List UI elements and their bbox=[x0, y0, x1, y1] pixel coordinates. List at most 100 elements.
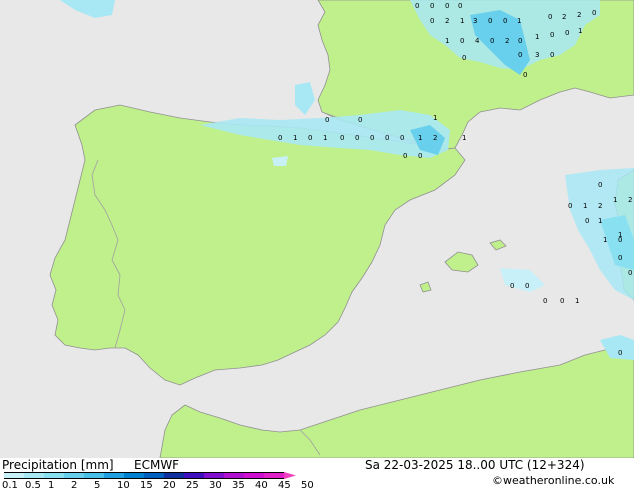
legend-swatch bbox=[164, 472, 184, 479]
precip-value-marker: 0 bbox=[403, 152, 407, 160]
model-name: ECMWF bbox=[134, 458, 180, 472]
precip-value-marker: 1 bbox=[462, 134, 466, 142]
precip-value-marker: 0 bbox=[488, 17, 492, 25]
legend-tick-label: 30 bbox=[209, 480, 222, 491]
precip-value-marker: 0 bbox=[543, 297, 547, 305]
precip-value-marker: 1 bbox=[578, 27, 582, 35]
precip-value-marker: 0 bbox=[618, 254, 622, 262]
precip-value-marker: 0 bbox=[490, 37, 494, 45]
precip-value-marker: 0 bbox=[592, 9, 596, 17]
precip-value-marker: 0 bbox=[618, 236, 622, 244]
legend-swatch bbox=[204, 472, 224, 479]
precip-value-marker: 0 bbox=[340, 134, 344, 142]
precip-value-marker: 0 bbox=[355, 134, 359, 142]
legend-tick-label: 10 bbox=[117, 480, 130, 491]
precip-value-marker: 0 bbox=[370, 134, 374, 142]
precip-value-marker: 0 bbox=[462, 54, 466, 62]
precip-value-marker: 0 bbox=[325, 116, 329, 124]
precip-value-marker: 1 bbox=[603, 236, 607, 244]
precip-value-marker: 3 bbox=[535, 51, 539, 59]
precip-value-marker: 1 bbox=[293, 134, 297, 142]
precip-value-marker: 0 bbox=[503, 17, 507, 25]
precip-value-marker: 3 bbox=[473, 17, 477, 25]
legend-tick-label: 5 bbox=[94, 480, 101, 491]
precip-value-marker: 1 bbox=[613, 196, 617, 204]
precip-value-marker: 0 bbox=[560, 297, 564, 305]
legend-tick-label: 2 bbox=[71, 480, 78, 491]
footer-bar: Precipitation [mm] ECMWF Sa 22-03-2025 1… bbox=[0, 458, 634, 491]
precip-value-marker: 0 bbox=[308, 134, 312, 142]
precip-value-marker: 1 bbox=[418, 134, 422, 142]
precip-value-marker: 0 bbox=[550, 31, 554, 39]
precip-value-marker: 4 bbox=[475, 37, 480, 45]
precip-value-marker: 0 bbox=[418, 152, 422, 160]
precip-value-marker: 0 bbox=[460, 37, 464, 45]
copyright: ©weatheronline.co.uk bbox=[492, 474, 615, 487]
legend-swatch bbox=[264, 472, 284, 479]
precip-value-marker: 0 bbox=[618, 349, 622, 357]
precip-value-marker: 1 bbox=[583, 202, 587, 210]
precip-value-marker: 0 bbox=[430, 2, 434, 10]
precip-value-marker: 2 bbox=[598, 202, 602, 210]
legend-tick-label: 0.1 bbox=[2, 480, 18, 491]
legend-swatch bbox=[44, 472, 64, 479]
precip-value-marker: 1 bbox=[323, 134, 327, 142]
precip-value-marker: 0 bbox=[550, 51, 554, 59]
precip-value-marker: 0 bbox=[565, 29, 569, 37]
precip-value-marker: 0 bbox=[548, 13, 552, 21]
precip-value-marker: 0 bbox=[510, 282, 514, 290]
legend-tick-label: 40 bbox=[255, 480, 268, 491]
precip-value-marker: 0 bbox=[445, 2, 449, 10]
precip-value-marker: 0 bbox=[278, 134, 282, 142]
precip-value-marker: 0 bbox=[415, 2, 419, 10]
legend-swatch bbox=[64, 472, 84, 479]
precip-value-marker: 1 bbox=[460, 17, 464, 25]
legend-title: Precipitation [mm] bbox=[2, 458, 114, 472]
precip-value-marker: 1 bbox=[517, 17, 521, 25]
legend-swatch bbox=[104, 472, 124, 479]
legend-tick-label: 25 bbox=[186, 480, 199, 491]
precip-value-marker: 2 bbox=[628, 196, 632, 204]
precip-value-marker: 1 bbox=[445, 37, 449, 45]
precip-value-marker: 0 bbox=[518, 37, 522, 45]
precip-value-marker: 1 bbox=[535, 33, 539, 41]
precip-value-marker: 0 bbox=[598, 181, 602, 189]
legend-swatch bbox=[144, 472, 164, 479]
precip-value-marker: 0 bbox=[458, 2, 462, 10]
precip-value-marker: 2 bbox=[562, 13, 566, 21]
precip-value-marker: 1 bbox=[598, 217, 602, 225]
precip-value-marker: 1 bbox=[575, 297, 579, 305]
legend-tick-label: 15 bbox=[140, 480, 153, 491]
legend-swatch bbox=[184, 472, 204, 479]
legend-swatch bbox=[244, 472, 264, 479]
precip-value-marker: 0 bbox=[523, 71, 527, 79]
legend-tick-label: 20 bbox=[163, 480, 176, 491]
precip-value-marker: 0 bbox=[430, 17, 434, 25]
precip-value-marker: 2 bbox=[433, 134, 437, 142]
forecast-datetime: Sa 22-03-2025 18..00 UTC (12+324) bbox=[365, 458, 585, 472]
legend-swatch bbox=[224, 472, 244, 479]
precip-value-marker: 0 bbox=[518, 51, 522, 59]
precip-value-marker: 1 bbox=[433, 114, 437, 122]
legend-tick-label: 50 bbox=[301, 480, 314, 491]
precip-value-marker: 0 bbox=[385, 134, 389, 142]
precip-value-marker: 0 bbox=[585, 217, 589, 225]
legend-tick-label: 45 bbox=[278, 480, 291, 491]
precip-value-marker: 2 bbox=[577, 11, 581, 19]
precip-value-marker: 2 bbox=[505, 37, 509, 45]
legend-swatch bbox=[4, 472, 24, 479]
legend-tick-label: 35 bbox=[232, 480, 245, 491]
legend-swatch bbox=[24, 472, 44, 479]
legend-swatch bbox=[284, 472, 296, 479]
precip-value-marker: 0 bbox=[628, 269, 632, 277]
precipitation-map: 0 0 0 0 0 2 1 3 0 0 1 0 2 2 0 1 0 4 0 2 0 1 0 0 1 0 3 0 0 0 0 1 0 1 0 0 0 0 0 1… bbox=[0, 0, 634, 458]
legend-swatch bbox=[84, 472, 104, 479]
precip-value-marker: 0 bbox=[525, 282, 529, 290]
legend-tick-label: 1 bbox=[48, 480, 55, 491]
precip-value-marker: 0 bbox=[400, 134, 404, 142]
precip-value-marker: 2 bbox=[445, 17, 449, 25]
precip-value-marker: 0 bbox=[568, 202, 572, 210]
legend-swatch bbox=[124, 472, 144, 479]
legend-tick-label: 0.5 bbox=[25, 480, 41, 491]
precip-value-marker: 0 bbox=[358, 116, 362, 124]
